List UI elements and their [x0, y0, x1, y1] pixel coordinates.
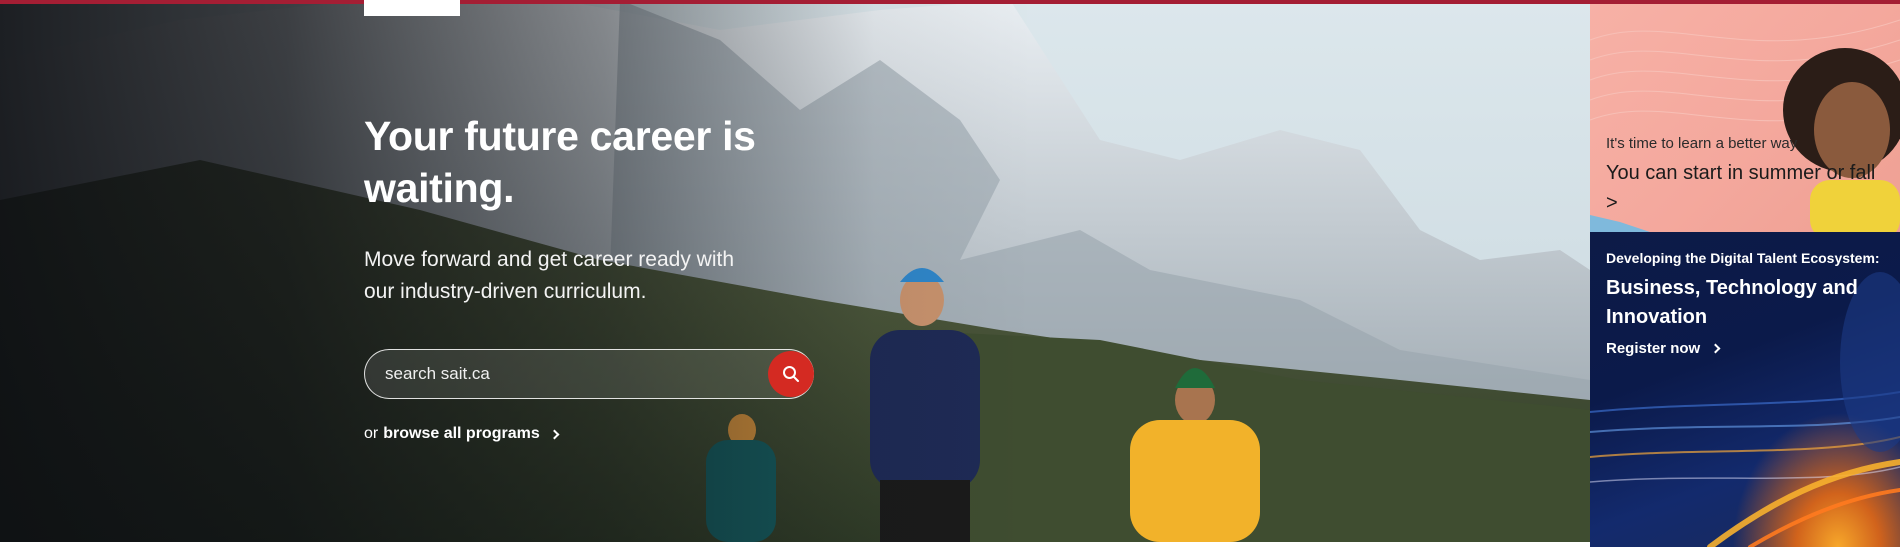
- hero-bottom-divider: [0, 542, 1590, 547]
- promo-headline: Business, Technology and Innovation: [1606, 277, 1858, 328]
- chevron-right-icon: [549, 429, 560, 439]
- site-search-form: [364, 349, 814, 399]
- promo-card-digital-talent[interactable]: Developing the Digital Talent Ecosystem:…: [1590, 232, 1900, 547]
- promo-card-summer-fall-text: It's time to learn a better way You can …: [1606, 135, 1876, 218]
- promo-card-summer-fall[interactable]: It's time to learn a better way You can …: [1590, 0, 1900, 232]
- top-accent-bar: [0, 0, 1900, 4]
- nav-tab-indicator: [364, 0, 460, 16]
- chevron-right-icon: [1710, 343, 1721, 354]
- browse-prefix: or: [364, 425, 379, 442]
- promo-kicker: Developing the Digital Talent Ecosystem:: [1606, 250, 1880, 266]
- hero-title: Your future career is waiting.: [364, 113, 756, 211]
- promo-kicker: It's time to learn a better way: [1606, 135, 1798, 152]
- hero-banner: Your future career is waiting. Move forw…: [0, 0, 1590, 542]
- promo-card-digital-talent-text: Developing the Digital Talent Ecosystem:…: [1606, 250, 1896, 357]
- register-now-link[interactable]: Register now: [1606, 340, 1896, 357]
- search-button[interactable]: [768, 351, 814, 397]
- browse-programs-row: or browse all programs: [364, 425, 560, 443]
- browse-all-programs-link[interactable]: browse all programs: [383, 425, 540, 443]
- hero-text-block: Your future career is waiting. Move forw…: [364, 110, 884, 308]
- register-now-label: Register now: [1606, 340, 1701, 357]
- search-input[interactable]: [385, 350, 745, 397]
- hero-subtitle: Move forward and get career ready with o…: [364, 248, 735, 303]
- search-icon: [783, 366, 799, 382]
- promo-headline-link[interactable]: You can start in summer or fall >: [1606, 158, 1876, 218]
